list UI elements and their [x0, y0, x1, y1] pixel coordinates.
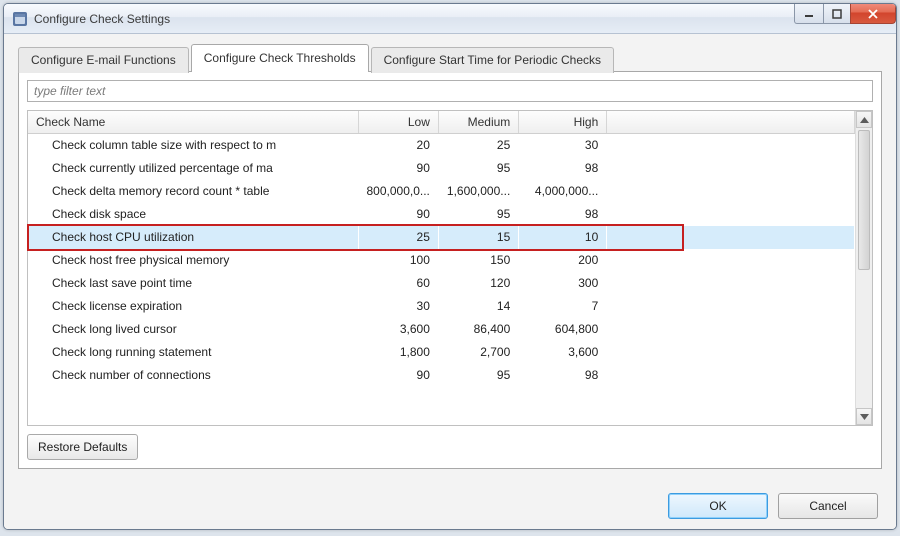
cell-name[interactable]: Check host CPU utilization — [28, 226, 358, 249]
cell-name[interactable]: Check delta memory record count * table — [28, 180, 358, 203]
cell-low[interactable]: 90 — [358, 364, 438, 387]
close-button[interactable] — [850, 4, 896, 24]
cell-name[interactable]: Check license expiration — [28, 295, 358, 318]
cell-medium[interactable]: 150 — [438, 249, 518, 272]
cell-high[interactable]: 4,000,000... — [519, 180, 607, 203]
dialog-footer: OK Cancel — [4, 483, 896, 529]
table-row[interactable]: Check long lived cursor3,60086,400604,80… — [28, 318, 855, 341]
cell-medium[interactable]: 1,600,000... — [438, 180, 518, 203]
cell-low[interactable]: 100 — [358, 249, 438, 272]
cell-medium[interactable]: 120 — [438, 272, 518, 295]
cell-high[interactable]: 3,600 — [519, 341, 607, 364]
cell-low[interactable]: 1,800 — [358, 341, 438, 364]
cell-fill — [607, 364, 855, 387]
ok-button[interactable]: OK — [668, 493, 768, 519]
cell-fill — [607, 134, 855, 157]
cell-high[interactable]: 7 — [519, 295, 607, 318]
tab-email-functions[interactable]: Configure E-mail Functions — [18, 47, 189, 73]
cell-medium[interactable]: 15 — [438, 226, 518, 249]
maximize-button[interactable] — [823, 4, 851, 24]
cell-name[interactable]: Check number of connections — [28, 364, 358, 387]
vertical-scrollbar[interactable] — [855, 111, 872, 425]
app-icon — [12, 11, 28, 27]
cell-name[interactable]: Check long running statement — [28, 341, 358, 364]
scroll-track[interactable] — [856, 128, 872, 408]
table-row[interactable]: Check license expiration30147 — [28, 295, 855, 318]
cancel-button[interactable]: Cancel — [778, 493, 878, 519]
col-header-name[interactable]: Check Name — [28, 111, 358, 134]
cell-medium[interactable]: 95 — [438, 157, 518, 180]
cell-fill — [607, 226, 855, 249]
cell-name[interactable]: Check column table size with respect to … — [28, 134, 358, 157]
cell-fill — [607, 295, 855, 318]
tab-panel: Check Name Low Medium High Check column … — [18, 71, 882, 469]
dialog-window: Configure Check Settings Configure E-mai… — [3, 3, 897, 530]
cell-high[interactable]: 98 — [519, 157, 607, 180]
table-row[interactable]: Check long running statement1,8002,7003,… — [28, 341, 855, 364]
cell-low[interactable]: 20 — [358, 134, 438, 157]
cell-high[interactable]: 98 — [519, 203, 607, 226]
cell-low[interactable]: 90 — [358, 203, 438, 226]
tab-check-thresholds[interactable]: Configure Check Thresholds — [191, 44, 369, 72]
cell-low[interactable]: 800,000,0... — [358, 180, 438, 203]
minimize-button[interactable] — [794, 4, 824, 24]
cell-low[interactable]: 90 — [358, 157, 438, 180]
table-row[interactable]: Check last save point time60120300 — [28, 272, 855, 295]
table-container: Check Name Low Medium High Check column … — [27, 110, 873, 426]
scroll-down-button[interactable] — [856, 408, 872, 425]
table-row[interactable]: Check host CPU utilization251510 — [28, 226, 855, 249]
cell-medium[interactable]: 14 — [438, 295, 518, 318]
cell-name[interactable]: Check last save point time — [28, 272, 358, 295]
cell-high[interactable]: 300 — [519, 272, 607, 295]
cell-low[interactable]: 25 — [358, 226, 438, 249]
cell-name[interactable]: Check long lived cursor — [28, 318, 358, 341]
cell-low[interactable]: 30 — [358, 295, 438, 318]
thresholds-table: Check Name Low Medium High Check column … — [28, 111, 855, 387]
cell-high[interactable]: 604,800 — [519, 318, 607, 341]
table-header-row[interactable]: Check Name Low Medium High — [28, 111, 855, 134]
cell-low[interactable]: 3,600 — [358, 318, 438, 341]
filter-input[interactable] — [27, 80, 873, 102]
table-row[interactable]: Check number of connections909598 — [28, 364, 855, 387]
titlebar[interactable]: Configure Check Settings — [4, 4, 896, 34]
cell-fill — [607, 203, 855, 226]
cell-fill — [607, 318, 855, 341]
cell-high[interactable]: 98 — [519, 364, 607, 387]
tab-start-time[interactable]: Configure Start Time for Periodic Checks — [371, 47, 614, 73]
scroll-up-button[interactable] — [856, 111, 872, 128]
scroll-thumb[interactable] — [858, 130, 870, 270]
cell-medium[interactable]: 95 — [438, 203, 518, 226]
content-area: Configure E-mail Functions Configure Che… — [4, 34, 896, 483]
cell-name[interactable]: Check currently utilized percentage of m… — [28, 157, 358, 180]
col-header-high[interactable]: High — [519, 111, 607, 134]
window-title: Configure Check Settings — [34, 12, 170, 26]
cell-medium[interactable]: 95 — [438, 364, 518, 387]
col-header-fill[interactable] — [607, 111, 855, 134]
cell-fill — [607, 341, 855, 364]
cell-fill — [607, 180, 855, 203]
cell-name[interactable]: Check host free physical memory — [28, 249, 358, 272]
cell-high[interactable]: 30 — [519, 134, 607, 157]
window-controls — [795, 4, 896, 24]
cell-name[interactable]: Check disk space — [28, 203, 358, 226]
cell-fill — [607, 249, 855, 272]
cell-fill — [607, 272, 855, 295]
table-wrapper: Check Name Low Medium High Check column … — [27, 110, 873, 426]
cell-high[interactable]: 200 — [519, 249, 607, 272]
col-header-low[interactable]: Low — [358, 111, 438, 134]
cell-fill — [607, 157, 855, 180]
cell-medium[interactable]: 2,700 — [438, 341, 518, 364]
cell-medium[interactable]: 25 — [438, 134, 518, 157]
table-row[interactable]: Check delta memory record count * table8… — [28, 180, 855, 203]
restore-defaults-button[interactable]: Restore Defaults — [27, 434, 138, 460]
table-row[interactable]: Check disk space909598 — [28, 203, 855, 226]
cell-high[interactable]: 10 — [519, 226, 607, 249]
tabs: Configure E-mail Functions Configure Che… — [18, 44, 882, 72]
table-row[interactable]: Check column table size with respect to … — [28, 134, 855, 157]
col-header-medium[interactable]: Medium — [438, 111, 518, 134]
table-row[interactable]: Check host free physical memory100150200 — [28, 249, 855, 272]
cell-low[interactable]: 60 — [358, 272, 438, 295]
cell-medium[interactable]: 86,400 — [438, 318, 518, 341]
table-row[interactable]: Check currently utilized percentage of m… — [28, 157, 855, 180]
